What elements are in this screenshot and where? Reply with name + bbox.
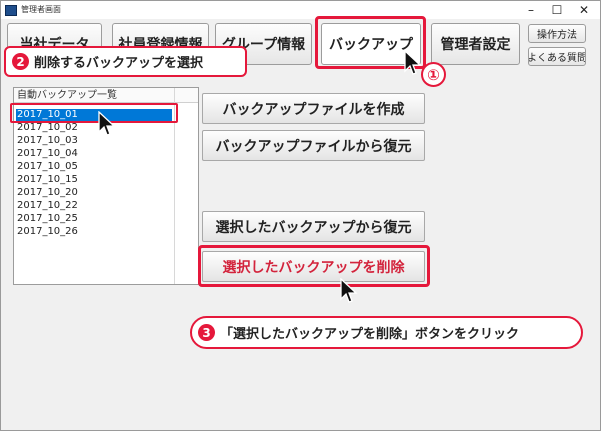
tab-admin-settings[interactable]: 管理者設定 bbox=[431, 23, 520, 65]
backup-list-header[interactable]: 自動バックアップ一覧 bbox=[14, 88, 198, 103]
list-item[interactable]: 2017_10_05 bbox=[16, 161, 172, 173]
step1-marker: ① bbox=[421, 62, 446, 87]
list-item[interactable]: 2017_10_03 bbox=[16, 135, 172, 147]
mouse-cursor-icon bbox=[98, 111, 116, 136]
step2-callout: 2 削除するバックアップを選択 bbox=[4, 46, 247, 77]
close-button[interactable]: ✕ bbox=[571, 1, 597, 19]
step2-text: 削除するバックアップを選択 bbox=[34, 56, 204, 71]
app-icon bbox=[5, 5, 17, 16]
maximize-button[interactable]: ☐ bbox=[544, 1, 570, 19]
list-item[interactable]: 2017_10_02 bbox=[16, 122, 172, 134]
mouse-cursor-icon bbox=[340, 278, 358, 303]
step3-text: 「選択したバックアップを削除」ボタンをクリック bbox=[220, 327, 520, 342]
window-title: 管理者画面 bbox=[21, 5, 61, 14]
step3-callout: 3 「選択したバックアップを削除」ボタンをクリック bbox=[190, 316, 583, 349]
list-item[interactable]: 2017_10_26 bbox=[16, 226, 172, 238]
list-item[interactable]: 2017_10_15 bbox=[16, 174, 172, 186]
mouse-cursor-icon bbox=[404, 50, 422, 75]
create-backup-button[interactable]: バックアップファイルを作成 bbox=[202, 93, 425, 124]
list-item[interactable]: 2017_10_22 bbox=[16, 200, 172, 212]
step2-number: 2 bbox=[12, 53, 29, 70]
restore-selected-button[interactable]: 選択したバックアップから復元 bbox=[202, 211, 425, 242]
faq-button[interactable]: よくある質問 bbox=[528, 47, 586, 66]
step3-number: 3 bbox=[198, 324, 215, 341]
delete-button-highlight bbox=[198, 245, 430, 287]
list-item-highlight bbox=[10, 103, 178, 123]
list-item[interactable]: 2017_10_20 bbox=[16, 187, 172, 199]
list-item[interactable]: 2017_10_04 bbox=[16, 148, 172, 160]
help-button[interactable]: 操作方法 bbox=[528, 24, 586, 43]
title-bar: 管理者画面 – ☐ ✕ bbox=[1, 1, 600, 19]
minimize-button[interactable]: – bbox=[518, 1, 544, 19]
list-item[interactable]: 2017_10_25 bbox=[16, 213, 172, 225]
restore-from-file-button[interactable]: バックアップファイルから復元 bbox=[202, 130, 425, 161]
